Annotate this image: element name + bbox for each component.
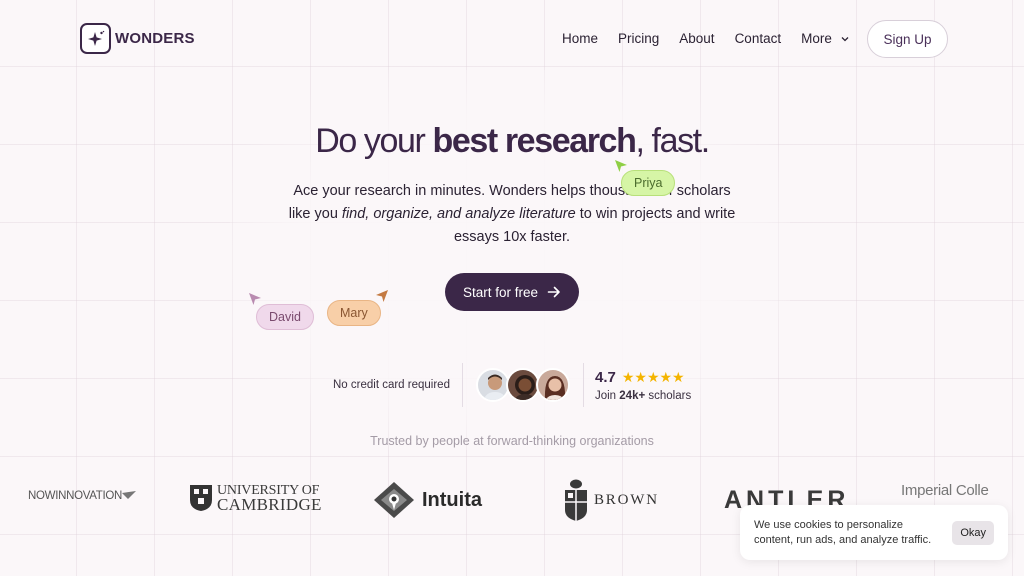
brand-name: WONDERS: [115, 30, 195, 47]
cambridge-logo: UNIVERSITY OF CAMBRIDGE: [189, 484, 322, 514]
sub-italic: find, organize, and analyze literature: [341, 206, 576, 222]
avatar: [535, 368, 570, 402]
org-name: Imperial Colle: [901, 482, 989, 499]
join-count: 24k+: [619, 389, 646, 402]
org-name: CAMBRIDGE: [217, 495, 322, 514]
intuita-logo: Intuita: [372, 480, 482, 520]
cursor-arrow-icon: [376, 290, 388, 302]
nav-home[interactable]: Home: [562, 31, 598, 46]
cookie-message: We use cookies to personalize content, r…: [754, 518, 932, 546]
intuita-mark-icon: [374, 482, 414, 518]
cursor-label-mary: Mary: [327, 300, 381, 326]
star-rating-icon: ★★★★★: [621, 368, 685, 385]
avatar: [475, 368, 510, 402]
join-post: scholars: [645, 389, 692, 402]
chevron-down-icon: [841, 36, 849, 41]
headline-pre: Do your: [315, 122, 433, 160]
cursor-label-priya: Priya: [621, 170, 676, 196]
headline-bold: best research: [432, 122, 637, 160]
cursor-label-david: David: [256, 304, 314, 330]
arrow-right-icon: [547, 286, 560, 298]
cta-label: Start for free: [462, 284, 539, 300]
sparkle-icon: [80, 23, 111, 54]
org-name: Intuita: [422, 488, 482, 511]
cursor-arrow-icon: [249, 293, 261, 305]
nav-contact[interactable]: Contact: [735, 31, 782, 46]
rating-value: 4.7: [594, 368, 616, 386]
headline-post: , fast.: [635, 122, 710, 160]
join-pre: Join: [594, 389, 620, 402]
shield-icon: [565, 479, 587, 521]
rating-block: 4.7 ★★★★★ Join 24k+ scholars: [584, 369, 691, 402]
avatar-group: [463, 368, 583, 402]
cookie-okay-button[interactable]: Okay: [952, 520, 994, 545]
brand-logo[interactable]: WONDERS: [80, 23, 195, 54]
hero-headline: Do your best research, fast.: [0, 122, 1024, 161]
imperial-logo: Imperial Colle: [901, 482, 989, 499]
signup-button[interactable]: Sign Up: [867, 20, 948, 58]
nav-pricing[interactable]: Pricing: [618, 31, 659, 46]
nav-more[interactable]: More: [801, 31, 850, 46]
crest-icon: [190, 485, 212, 511]
cookie-banner: We use cookies to personalize content, r…: [740, 505, 1008, 560]
hero-subtitle: Ace your research in minutes. Wonders he…: [282, 180, 742, 249]
cursor-arrow-icon: [615, 160, 627, 172]
trusted-by-text: Trusted by people at forward-thinking or…: [370, 434, 654, 448]
no-credit-card-text: No credit card required: [333, 379, 450, 391]
nav-more-label: More: [801, 31, 832, 46]
main-nav: Home Pricing About Contact More: [562, 31, 870, 46]
nowinnovation-logo: NOWINNOVATION: [28, 490, 137, 502]
org-name: BROWN: [594, 491, 659, 508]
brown-logo: BROWN: [563, 478, 659, 522]
social-proof: No credit card required 4.7 ★★★★★ Join 2…: [320, 363, 691, 407]
join-text: Join 24k+ scholars: [595, 390, 691, 402]
start-free-button[interactable]: Start for free: [445, 273, 579, 311]
org-name: NOWINNOVATION: [28, 490, 123, 502]
nav-about[interactable]: About: [679, 31, 714, 46]
avatar: [505, 368, 540, 402]
